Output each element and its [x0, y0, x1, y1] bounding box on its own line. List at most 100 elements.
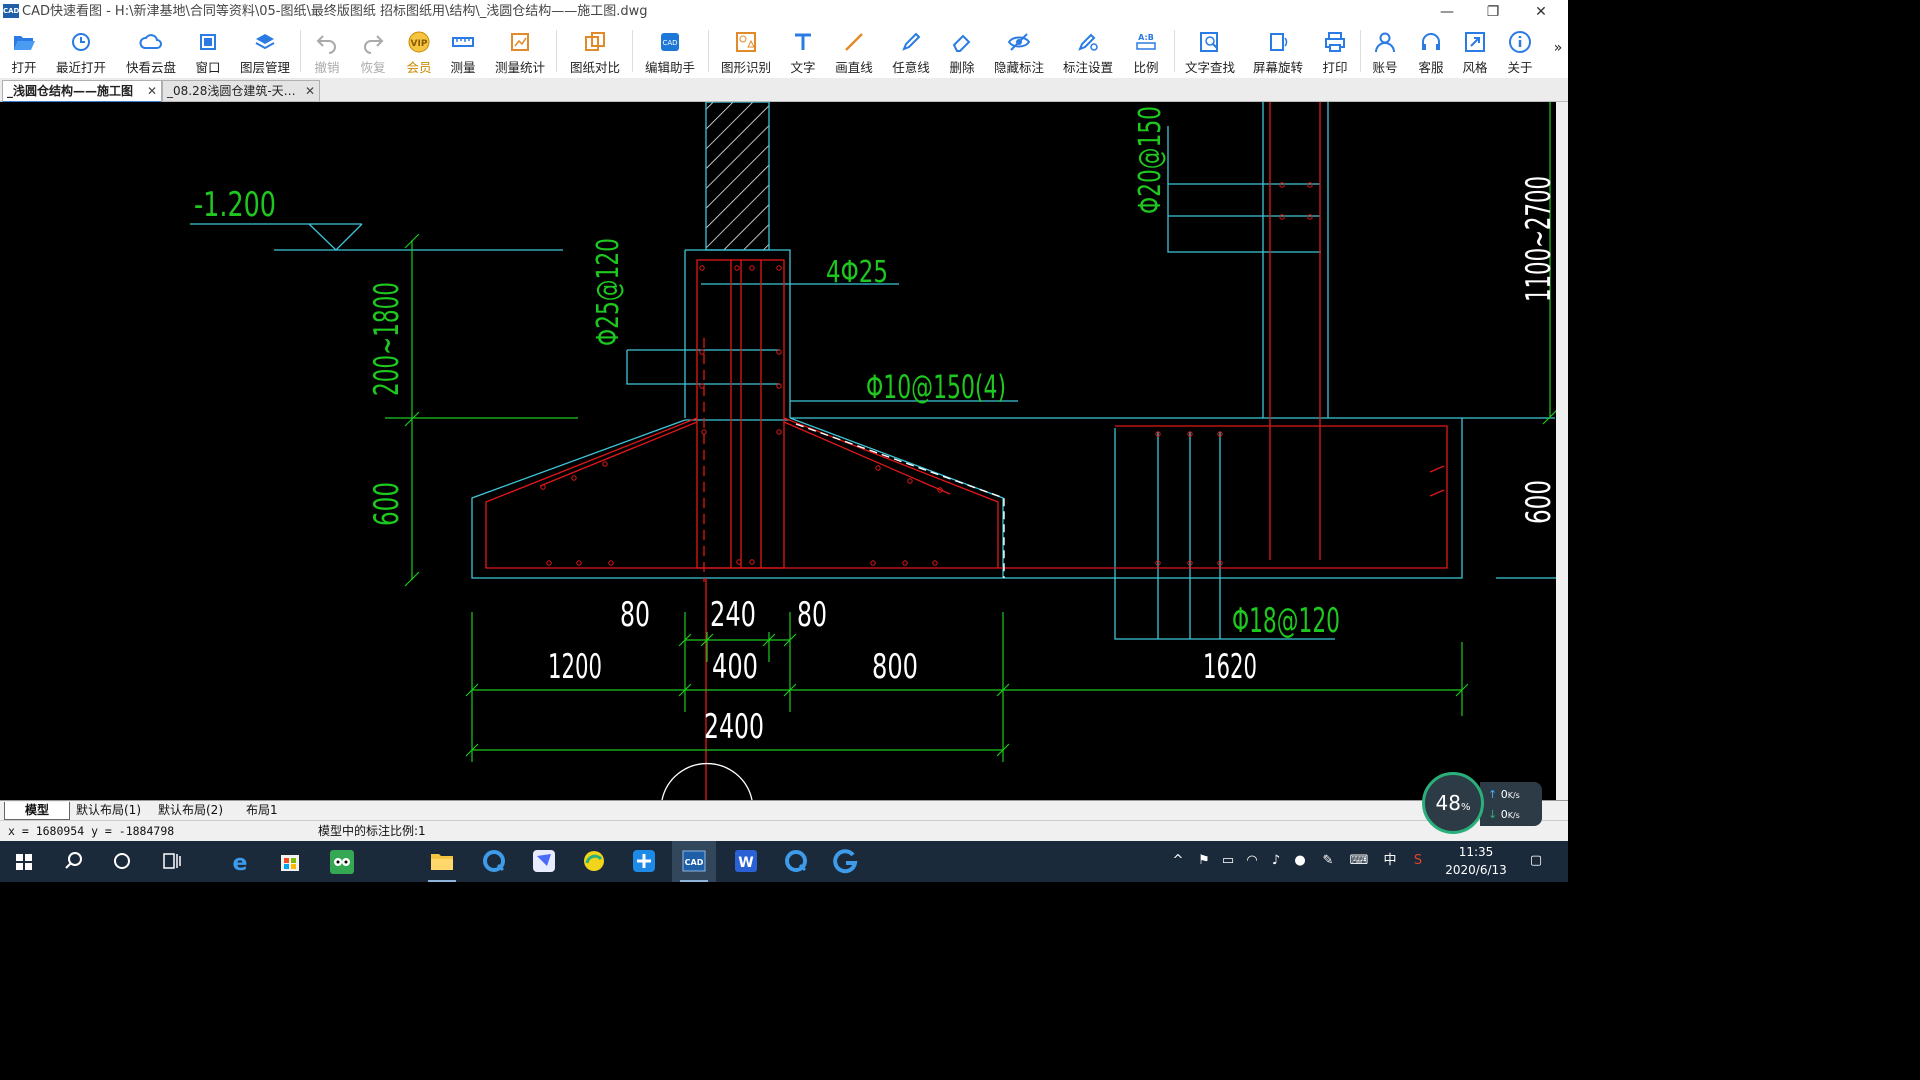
vertical-scrollbar[interactable]: [1556, 102, 1568, 800]
layout-tab-model[interactable]: 模型: [4, 802, 70, 820]
compare-button[interactable]: 图纸对比: [566, 26, 624, 76]
compare-icon: [585, 32, 605, 51]
annotation-settings-button[interactable]: 标注设置: [1060, 26, 1116, 76]
measure-button[interactable]: 测量: [444, 26, 482, 76]
taskbar-store[interactable]: [268, 841, 312, 882]
shield-360-icon: [584, 851, 604, 871]
folder-open-icon: [14, 36, 35, 50]
account-button[interactable]: 账号: [1366, 26, 1404, 76]
customer-service-button[interactable]: 客服: [1412, 26, 1450, 76]
notification-icon[interactable]: ▢: [1526, 853, 1546, 869]
svg-text:VIP: VIP: [411, 39, 428, 49]
pen-tray-icon[interactable]: ✎: [1320, 853, 1336, 869]
hide-annotation-button[interactable]: 隐藏标注: [992, 26, 1046, 76]
battery-icon[interactable]: ▭: [1220, 853, 1236, 869]
annotation-settings-icon: [1078, 33, 1098, 51]
taskbar-edge[interactable]: e: [218, 841, 262, 882]
main-toolbar: 打开 最近打开 快看云盘 窗口 图层管理 撤销 恢复 VIP 会员 测量 测量统…: [0, 24, 1568, 78]
text-icon: [795, 33, 811, 50]
title-bar: CAD CAD快速看图 - H:\新津基地\合同等资料\05-图纸\最终版图纸 …: [0, 0, 1568, 24]
taskbar-cad-viewer[interactable]: CAD: [672, 841, 716, 882]
taskbar-tencent-app[interactable]: [622, 841, 666, 882]
edit-helper-button[interactable]: CAD 编辑助手: [640, 26, 700, 76]
taskbar-file-explorer[interactable]: [420, 841, 464, 882]
dim-240: 240: [710, 595, 756, 635]
minimize-button[interactable]: —: [1424, 0, 1470, 24]
layout-tab-bar: 模型 默认布局(1) 默认布局(2) 布局1: [0, 800, 1568, 820]
text-search-button[interactable]: 文字查找: [1182, 26, 1238, 76]
wifi-icon[interactable]: ◠: [1244, 853, 1260, 869]
freehand-line-button[interactable]: 任意线: [888, 26, 934, 76]
layers-icon: [255, 34, 275, 50]
task-view-button[interactable]: [150, 841, 194, 882]
svg-text:CAD: CAD: [662, 39, 677, 47]
style-button[interactable]: 风格: [1456, 26, 1494, 76]
security-tray-icon[interactable]: ●: [1292, 853, 1308, 869]
keyboard-icon[interactable]: ⌨: [1348, 853, 1370, 869]
taskbar-clock[interactable]: 11:35 2020/6/13: [1436, 843, 1516, 879]
taskbar-wps[interactable]: W: [724, 841, 768, 882]
layout-tab-default-1[interactable]: 默认布局(1): [72, 802, 145, 819]
layout-tab-layout1[interactable]: 布局1: [242, 802, 282, 819]
undo-button[interactable]: 撤销: [308, 26, 346, 76]
upload-speed: ↑ 0K/s: [1488, 788, 1520, 801]
cortana-button[interactable]: [100, 841, 144, 882]
close-tab-icon[interactable]: ✕: [305, 81, 315, 101]
ime-indicator[interactable]: 中: [1382, 853, 1398, 869]
cloud-icon: [139, 34, 162, 49]
shape-recognize-button[interactable]: 图形识别: [716, 26, 776, 76]
ruler-icon: [452, 37, 474, 47]
line-icon: [845, 33, 863, 51]
vip-button[interactable]: VIP 会员: [400, 26, 438, 76]
show-hidden-icons-icon[interactable]: ^: [1170, 853, 1186, 869]
svg-text:CAD: CAD: [685, 858, 704, 867]
layer-manager-button[interactable]: 图层管理: [238, 26, 292, 76]
memory-usage-gauge: 48%: [1422, 772, 1484, 834]
text-search-icon: [1200, 32, 1218, 52]
measure-stats-button[interactable]: 测量统计: [492, 26, 548, 76]
close-window-button[interactable]: ✕: [1518, 0, 1564, 24]
draw-line-button[interactable]: 画直线: [832, 26, 876, 76]
taskbar-feishu[interactable]: [522, 841, 566, 882]
delete-button[interactable]: 删除: [942, 26, 982, 76]
about-button[interactable]: 关于: [1500, 26, 1540, 76]
vip-icon: VIP: [408, 31, 430, 53]
eraser-icon: [952, 34, 971, 52]
taskbar-g-app[interactable]: [824, 841, 868, 882]
open-button[interactable]: 打开: [2, 26, 46, 76]
redo-button[interactable]: 恢复: [354, 26, 392, 76]
sogou-ime-icon[interactable]: S: [1410, 853, 1426, 869]
style-icon: [1465, 32, 1485, 52]
toolbar-more-button[interactable]: »: [1550, 26, 1566, 76]
taskbar-q-browser[interactable]: [472, 841, 516, 882]
restore-button[interactable]: ❐: [1470, 0, 1516, 24]
search-button[interactable]: [52, 841, 96, 882]
taskbar-tripadvisor[interactable]: [320, 841, 364, 882]
hide-eye-icon: [1007, 33, 1031, 51]
cloud-drive-button[interactable]: 快看云盘: [122, 26, 180, 76]
print-button[interactable]: 打印: [1316, 26, 1354, 76]
window-button[interactable]: 窗口: [188, 26, 228, 76]
network-speed-widget[interactable]: ↑ 0K/s ↓ 0K/s 48%: [1422, 772, 1546, 834]
close-tab-icon[interactable]: ✕: [147, 81, 157, 101]
app-tray-icon[interactable]: ⚑: [1196, 853, 1212, 869]
text-button[interactable]: 文字: [784, 26, 822, 76]
volume-icon[interactable]: ♪: [1268, 853, 1284, 869]
tab-structure-drawing[interactable]: _浅圆仓结构——施工图 ✕: [2, 80, 162, 103]
rotate-screen-button[interactable]: 屏幕旋转: [1250, 26, 1306, 76]
start-button[interactable]: [2, 841, 46, 882]
recent-open-button[interactable]: 最近打开: [52, 26, 110, 76]
rotate-screen-icon: [1270, 33, 1288, 51]
clock-icon: [72, 33, 90, 51]
cortana-circle-icon: [114, 853, 130, 869]
dim-80-left: 80: [620, 595, 650, 635]
drawing-canvas[interactable]: -1.200 200~1800 600 Φ25@120 4Φ25 Φ10@150…: [0, 101, 1568, 801]
document-tab-bar: _浅圆仓结构——施工图 ✕ _08.28浅圆仓建筑-天… ✕: [0, 78, 1568, 103]
layout-tab-default-2[interactable]: 默认布局(2): [154, 802, 227, 819]
taskbar-q-browser-2[interactable]: [774, 841, 818, 882]
scale-button[interactable]: A:B 比例: [1126, 26, 1166, 76]
tab-architecture-drawing[interactable]: _08.28浅圆仓建筑-天… ✕: [162, 80, 320, 101]
svg-text:e: e: [233, 851, 248, 876]
taskbar-360[interactable]: [572, 841, 616, 882]
pinwheel-icon: [633, 850, 655, 872]
